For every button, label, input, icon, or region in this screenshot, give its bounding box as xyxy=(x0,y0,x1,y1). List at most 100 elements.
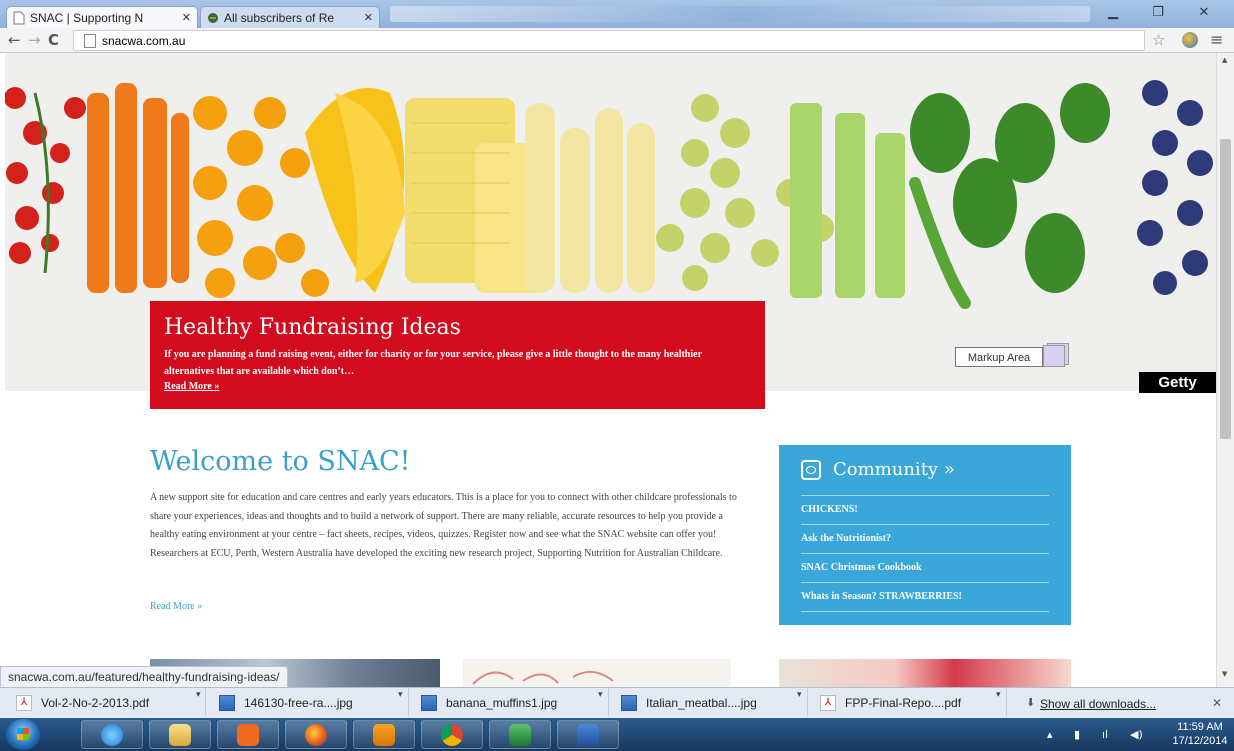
page-icon xyxy=(13,11,25,24)
address-url[interactable]: snacwa.com.au xyxy=(102,34,185,48)
taskbar-app-firefox[interactable] xyxy=(285,720,347,749)
hero-read-more-link[interactable]: Read More » xyxy=(164,381,751,392)
address-bar[interactable]: snacwa.com.au xyxy=(73,30,1145,51)
community-heading-link[interactable]: Community » xyxy=(801,459,955,480)
show-hidden-icons-icon[interactable]: ▴ xyxy=(1047,728,1053,741)
image-icon xyxy=(219,695,235,711)
download-filename: Vol-2-No-2-2013.pdf xyxy=(41,696,150,710)
taskbar-app-media-player[interactable] xyxy=(217,720,279,749)
network-icon[interactable]: ▮ xyxy=(1074,728,1080,741)
back-arrow-icon[interactable]: ← xyxy=(8,31,21,49)
download-separator xyxy=(1006,688,1013,716)
download-arrow-icon: ⬇ xyxy=(1026,696,1036,709)
minimize-icon[interactable]: ▁ xyxy=(1100,4,1126,22)
folder-icon xyxy=(169,724,191,746)
word-icon xyxy=(577,724,599,746)
community-item-christmas-cookbook[interactable]: SNAC Christmas Cookbook xyxy=(801,554,1049,583)
blurred-background-window xyxy=(390,6,1090,22)
internet-explorer-icon xyxy=(101,724,123,746)
download-filename: 146130-free-ra....jpg xyxy=(244,696,353,710)
media-player-icon xyxy=(237,724,259,746)
welcome-read-more-link[interactable]: Read More » xyxy=(150,601,202,612)
taskbar-app-word[interactable] xyxy=(557,720,619,749)
tab-snac[interactable]: SNAC | Supporting N ✕ xyxy=(6,6,198,28)
bookmark-star-icon[interactable]: ☆ xyxy=(1152,31,1165,49)
pdf-icon: ⅄ xyxy=(16,695,32,711)
start-button[interactable] xyxy=(6,719,40,750)
downloads-bar: ⅄ Vol-2-No-2-2013.pdf ▾ 146130-free-ra..… xyxy=(0,687,1234,718)
download-item[interactable]: banana_muffins1.jpg xyxy=(421,692,557,714)
outlook-icon xyxy=(373,724,395,746)
community-item-whats-in-season[interactable]: Whats in Season? STRAWBERRIES! xyxy=(801,583,1049,612)
chat-bubble-icon xyxy=(801,459,821,480)
reload-icon[interactable]: C xyxy=(48,31,59,49)
windows-taskbar: ▴ ▮ ıl ◀) 11:59 AM 17/12/2014 xyxy=(0,718,1234,751)
hero-caption-box: Healthy Fundraising Ideas If you are pla… xyxy=(150,301,765,409)
clock-date: 17/12/2014 xyxy=(1172,735,1228,747)
markup-stack-layer xyxy=(1043,345,1065,367)
community-item-ask-nutritionist[interactable]: Ask the Nutritionist? xyxy=(801,525,1049,554)
taskbar-app-internet-explorer[interactable] xyxy=(81,720,143,749)
markup-area-widget[interactable]: Markup Area xyxy=(955,343,1069,369)
windows-logo-icon xyxy=(17,728,29,740)
chevron-down-icon[interactable]: ▾ xyxy=(996,690,1001,700)
site-favicon-icon xyxy=(208,12,218,23)
download-item[interactable]: Italian_meatbal....jpg xyxy=(621,692,757,714)
page-icon xyxy=(84,33,96,48)
markup-area-label: Markup Area xyxy=(955,347,1043,367)
scrollbar-thumb[interactable] xyxy=(1220,139,1231,439)
close-tab-icon[interactable]: ✕ xyxy=(182,11,191,24)
download-item[interactable]: ⅄ FPP-Final-Repo....pdf xyxy=(820,692,961,714)
taskbar-app-excel[interactable] xyxy=(489,720,551,749)
taskbar-app-chrome[interactable] xyxy=(421,720,483,749)
browser-tab-strip: SNAC | Supporting N ✕ All subscribers of… xyxy=(0,0,1234,28)
browser-toolbar: ← → C snacwa.com.au ☆ ≡ xyxy=(0,28,1234,53)
taskbar-clock[interactable]: 11:59 AM 17/12/2014 xyxy=(1170,720,1230,748)
extension-icon[interactable] xyxy=(1182,32,1198,48)
download-separator xyxy=(408,688,415,716)
download-item[interactable]: 146130-free-ra....jpg xyxy=(219,692,353,714)
taskbar-app-outlook[interactable] xyxy=(353,720,415,749)
scroll-up-icon[interactable]: ▲ xyxy=(1222,56,1227,64)
community-heading: Community » xyxy=(833,459,955,480)
chevron-down-icon[interactable]: ▾ xyxy=(398,690,403,700)
chevron-down-icon[interactable]: ▾ xyxy=(797,690,802,700)
firefox-icon xyxy=(305,724,327,746)
forward-arrow-icon[interactable]: → xyxy=(28,31,41,49)
excel-icon xyxy=(509,724,531,746)
chevron-down-icon[interactable]: ▾ xyxy=(598,690,603,700)
close-downloads-icon[interactable]: ✕ xyxy=(1212,696,1222,710)
download-filename: Italian_meatbal....jpg xyxy=(646,696,757,710)
taskbar-app-file-explorer[interactable] xyxy=(149,720,211,749)
download-separator xyxy=(205,688,212,716)
status-url-bubble: snacwa.com.au/featured/healthy-fundraisi… xyxy=(0,666,288,688)
tab-title: SNAC | Supporting N xyxy=(30,10,144,25)
maximize-icon[interactable]: ❐ xyxy=(1145,4,1171,22)
chevron-down-icon[interactable]: ▾ xyxy=(196,690,201,700)
thumbnail-sketch-image xyxy=(472,670,614,685)
close-window-icon[interactable]: ✕ xyxy=(1182,4,1226,22)
featured-thumbnail-3[interactable] xyxy=(779,659,1071,687)
clock-time: 11:59 AM xyxy=(1177,721,1223,733)
pdf-icon: ⅄ xyxy=(820,695,836,711)
page-viewport: Healthy Fundraising Ideas If you are pla… xyxy=(0,53,1216,687)
menu-icon[interactable]: ≡ xyxy=(1210,30,1223,49)
download-item[interactable]: ⅄ Vol-2-No-2-2013.pdf xyxy=(16,692,149,714)
show-all-downloads-link[interactable]: Show all downloads... xyxy=(1040,697,1156,711)
hero-title[interactable]: Healthy Fundraising Ideas xyxy=(164,315,751,340)
download-filename: FPP-Final-Repo....pdf xyxy=(845,696,962,710)
image-icon xyxy=(421,695,437,711)
tab-subscribers[interactable]: All subscribers of Re ✕ xyxy=(200,6,380,28)
close-tab-icon[interactable]: ✕ xyxy=(364,11,373,24)
community-item-chickens[interactable]: CHICKENS! xyxy=(801,496,1049,525)
tab-title: All subscribers of Re xyxy=(224,10,335,25)
download-filename: banana_muffins1.jpg xyxy=(446,696,558,710)
community-panel: Community » CHICKENS! Ask the Nutritioni… xyxy=(779,445,1071,625)
featured-thumbnail-2[interactable] xyxy=(463,659,731,687)
signal-icon[interactable]: ıl xyxy=(1102,728,1108,741)
download-separator xyxy=(608,688,615,716)
scroll-down-icon[interactable]: ▼ xyxy=(1222,670,1227,678)
page-scrollbar[interactable]: ▲ ▼ xyxy=(1216,53,1234,687)
getty-watermark: Getty xyxy=(1139,372,1216,393)
volume-icon[interactable]: ◀) xyxy=(1130,728,1143,741)
